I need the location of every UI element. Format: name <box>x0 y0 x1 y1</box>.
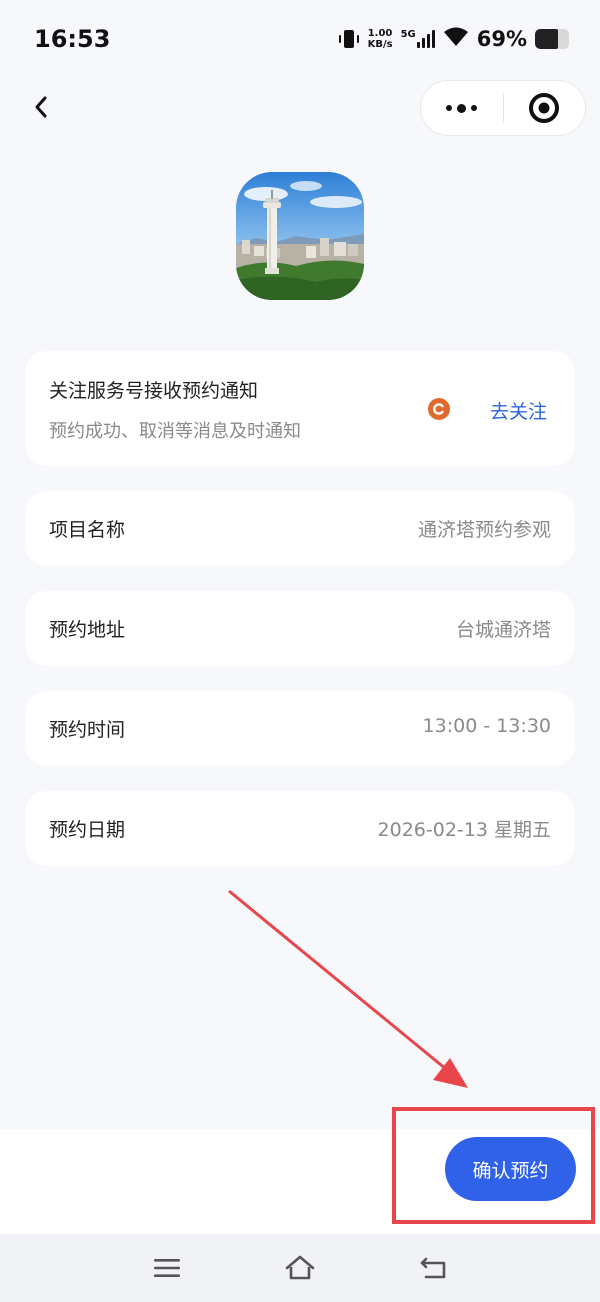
signal-icon <box>416 30 435 48</box>
close-miniprogram-button[interactable] <box>504 81 586 135</box>
detail-row-time: 预约时间 13:00 - 13:30 <box>25 691 575 766</box>
battery-icon <box>535 29 569 49</box>
return-button[interactable] <box>417 1252 449 1284</box>
detail-row-project: 项目名称 通济塔预约参观 <box>25 491 575 566</box>
detail-value: 通济塔预约参观 <box>417 519 551 541</box>
notify-subtitle: 预约成功、取消等消息及时通知 <box>49 421 301 442</box>
annotation-highlight-box <box>392 1107 595 1224</box>
notify-card: 关注服务号接收预约通知 预约成功、取消等消息及时通知 去关注 <box>25 351 575 466</box>
close-miniprogram-icon <box>529 93 560 123</box>
detail-row-address: 预约地址 台城通济塔 <box>25 591 575 666</box>
back-icon <box>35 96 47 118</box>
detail-value: 2026-02-13 星期五 <box>377 819 551 841</box>
follow-link[interactable]: 去关注 <box>490 397 547 424</box>
net-speed-unit: KB/s <box>367 39 393 50</box>
detail-label: 预约地址 <box>49 619 126 641</box>
home-button[interactable] <box>284 1252 316 1284</box>
more-button[interactable] <box>421 81 503 135</box>
nav-bar <box>0 80 600 136</box>
notify-title: 关注服务号接收预约通知 <box>49 380 259 402</box>
detail-label: 项目名称 <box>49 519 126 541</box>
follow-icon <box>428 398 450 420</box>
detail-value: 13:00 - 13:30 <box>422 715 551 737</box>
network-type: 5G <box>400 29 416 40</box>
return-icon <box>420 1257 446 1279</box>
detail-label: 预约日期 <box>49 819 126 841</box>
more-icon <box>446 103 478 113</box>
menu-button[interactable] <box>151 1252 183 1284</box>
miniprogram-capsule <box>420 80 586 136</box>
detail-row-date: 预约日期 2026-02-13 星期五 <box>25 791 575 866</box>
home-icon <box>285 1255 315 1280</box>
status-icons: 1.00 KB/s 5G 69% <box>338 26 569 52</box>
menu-icon <box>154 1259 180 1277</box>
net-speed: 1.00 KB/s <box>368 28 393 50</box>
project-logo <box>236 172 364 300</box>
vibrate-icon <box>338 27 360 51</box>
battery-percent: 69% <box>476 27 527 51</box>
back-button[interactable] <box>26 90 56 124</box>
detail-value: 台城通济塔 <box>455 619 551 641</box>
system-nav-bar <box>0 1234 600 1302</box>
wifi-icon <box>443 26 469 52</box>
net-speed-value: 1.00 <box>367 28 393 39</box>
detail-label: 预约时间 <box>49 719 126 741</box>
status-time: 16:53 <box>34 25 111 53</box>
status-bar: 16:53 1.00 KB/s 5G 69% <box>0 0 600 78</box>
